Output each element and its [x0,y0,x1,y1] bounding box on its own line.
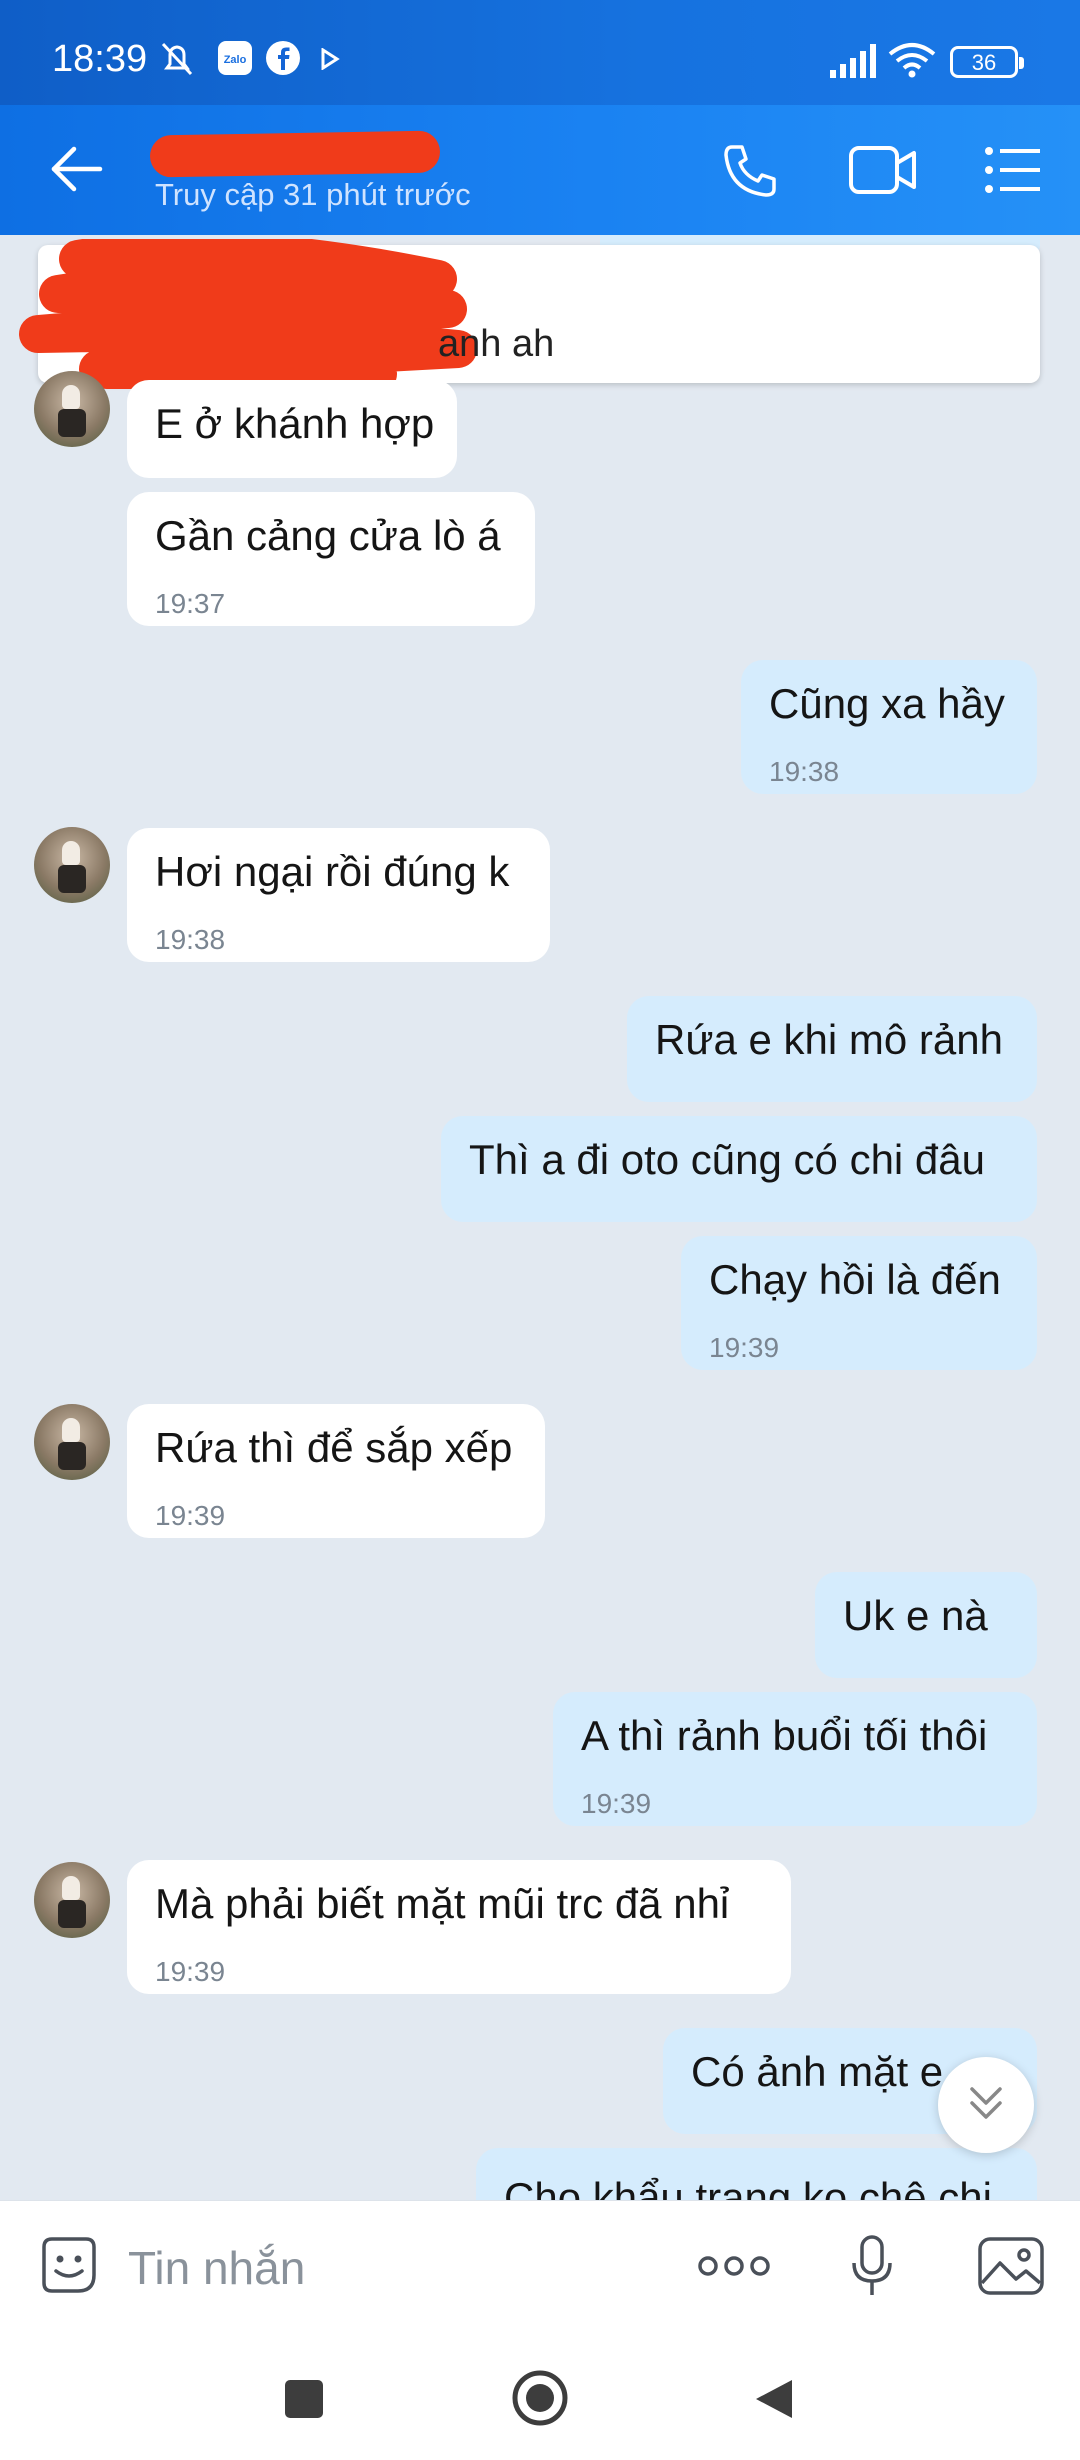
message-text: Cũng xa hầy [769,680,1005,727]
recent-apps-button[interactable] [285,2380,323,2418]
sticker-icon[interactable] [36,2233,102,2299]
message-bubble-incoming[interactable]: Gần cảng cửa lò á 19:37 [127,492,535,626]
message-time: 19:39 [709,1332,780,1363]
back-nav-button[interactable] [752,2376,796,2422]
message-bubble-outgoing[interactable]: Cho khẩu trang ko chê chi [476,2148,1037,2200]
status-bar: 18:39 Zalo 36 [0,0,1080,105]
message-text: Thì a đi oto cũng có chi đâu [469,1136,985,1183]
back-icon[interactable] [48,145,104,193]
contact-avatar[interactable] [34,827,110,903]
menu-icon[interactable] [984,145,1042,195]
chat-header: Truy cập 31 phút trước [0,105,1080,235]
message-text: Chạy hồi là đến [709,1256,1001,1303]
message-time: 19:38 [769,756,840,787]
scroll-to-bottom-button[interactable] [938,2057,1034,2153]
message-text: A thì rảnh buổi tối thôi [581,1712,988,1759]
message-text: Rứa e khi mô rảnh [655,1016,1003,1063]
message-bubble-incoming[interactable]: Mà phải biết mặt mũi trc đã nhỉ 19:39 [127,1860,791,1994]
message-bubble-incoming[interactable]: Hơi ngại rồi đúng k 19:38 [127,828,550,962]
mute-icon [161,42,193,76]
pinned-message-text: anh ah [438,323,555,365]
signal-icon [830,44,876,78]
home-button[interactable] [510,2368,570,2428]
last-seen-status: Truy cập 31 phút trước [155,177,471,212]
message-text: E ở khánh hợp [155,400,435,447]
message-bubble-incoming[interactable]: Rứa thì để sắp xếp 19:39 [127,1404,545,1538]
message-text: Có ảnh mặt e [691,2048,944,2095]
message-text: Gần cảng cửa lò á [155,512,501,559]
svg-text:Zalo: Zalo [224,54,247,66]
message-bubble-outgoing[interactable]: Cũng xa hầy 19:38 [741,660,1037,794]
message-bubble-outgoing[interactable]: Thì a đi oto cũng có chi đâu [441,1116,1037,1222]
status-time: 18:39 [52,38,148,80]
contact-avatar[interactable] [34,1404,110,1480]
message-text: Hơi ngại rồi đúng k [155,848,510,895]
message-bubble-incoming[interactable]: E ở khánh hợp [127,380,457,478]
contact-name-redacted[interactable] [149,123,441,178]
message-time: 19:38 [155,924,226,955]
zalo-icon: Zalo [218,41,252,75]
contact-avatar[interactable] [34,371,110,447]
message-time: 19:39 [155,1500,226,1531]
battery-icon: 36 [950,46,1024,78]
message-text: Rứa thì để sắp xếp [155,1424,513,1471]
call-icon[interactable] [720,141,780,201]
message-bubble-outgoing[interactable]: Uk e nà [815,1572,1037,1678]
redaction-scribble [19,239,477,389]
facebook-icon [266,41,300,75]
message-bubble-outgoing[interactable]: Chạy hồi là đến 19:39 [681,1236,1037,1370]
message-text: Cho khẩu trang ko chê chi [504,2174,992,2200]
message-time: 19:39 [155,1956,226,1987]
pinned-message-card[interactable]: anh ah [19,239,1040,389]
video-call-icon[interactable] [848,145,918,195]
message-text: Uk e nà [843,1592,988,1639]
more-options-icon[interactable] [696,2251,772,2281]
wifi-icon [888,43,936,78]
message-time: 19:39 [581,1788,652,1819]
system-nav-bar [0,2330,1080,2460]
message-text: Mà phải biết mặt mũi trc đã nhỉ [155,1880,730,1927]
message-input[interactable]: Tin nhắn [128,2241,305,2295]
play-icon [321,48,340,70]
double-chevron-down-icon [970,2087,1002,2119]
message-time: 19:37 [155,588,226,619]
image-gallery-icon[interactable] [976,2235,1046,2297]
message-bubble-outgoing[interactable]: A thì rảnh buổi tối thôi 19:39 [553,1692,1037,1826]
microphone-icon[interactable] [848,2233,896,2299]
message-bubble-outgoing[interactable]: Rứa e khi mô rảnh [627,996,1037,1102]
message-input-bar: Tin nhắn [0,2200,1080,2331]
contact-avatar[interactable] [34,1862,110,1938]
battery-level: 36 [971,50,997,75]
